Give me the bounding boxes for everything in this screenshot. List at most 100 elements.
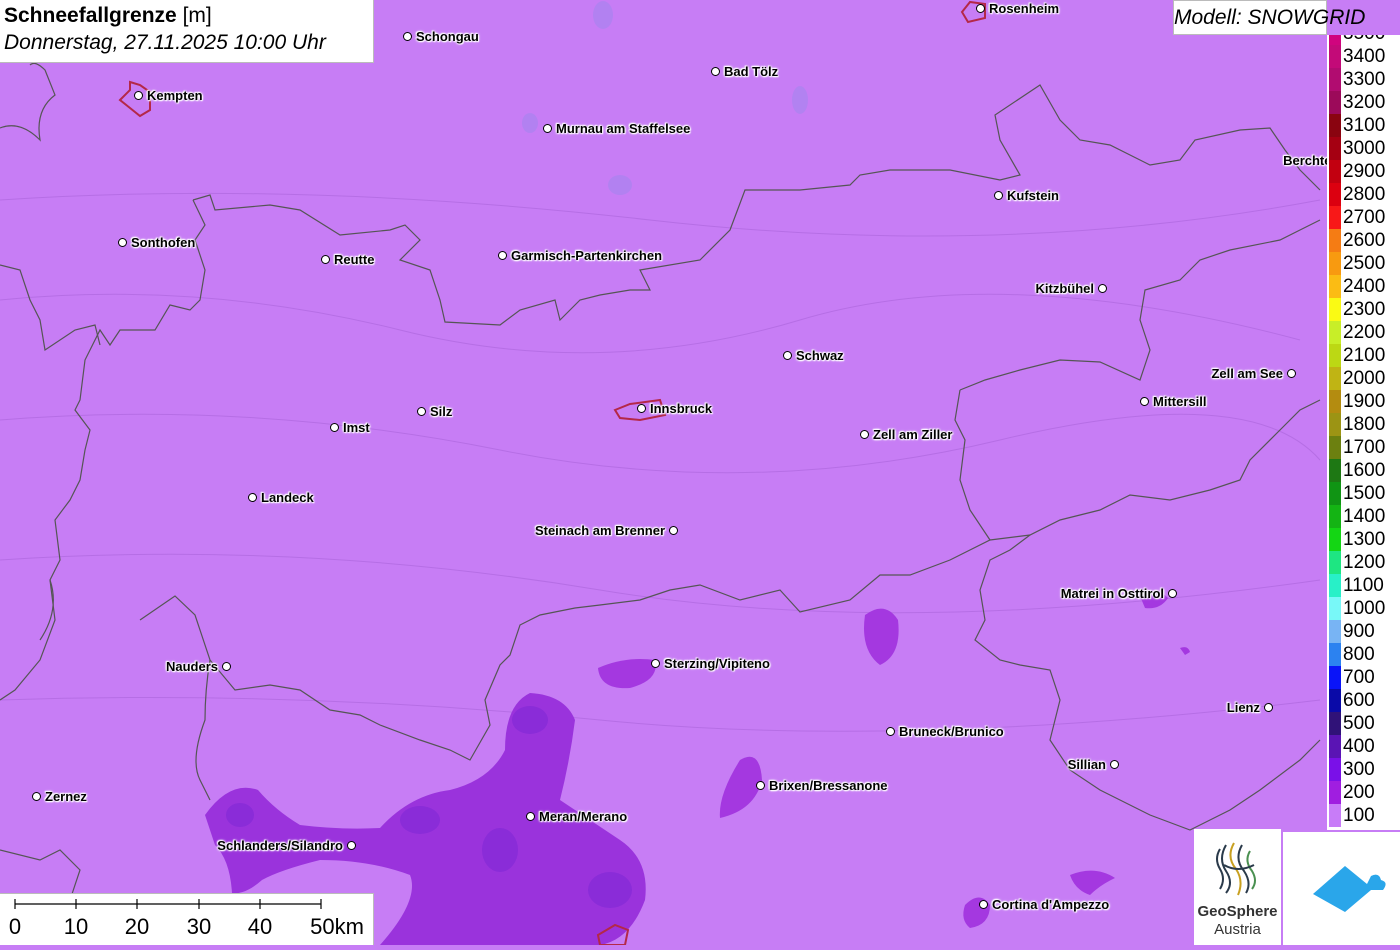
city-name: Matrei in Osttirol (1060, 586, 1164, 601)
legend-swatch (1329, 344, 1341, 367)
city-name: Schlanders/Silandro (217, 838, 343, 853)
legend-entry: 1800 (1327, 413, 1400, 436)
legend-entry: 1500 (1327, 482, 1400, 505)
legend-swatch (1329, 91, 1341, 114)
model-label: Modell: SNOWGRID (1173, 0, 1365, 35)
legend-label: 2100 (1343, 345, 1386, 366)
legend-swatch (1329, 459, 1341, 482)
city-marker-icon (32, 792, 41, 801)
legend-entry: 3300 (1327, 68, 1400, 91)
scale-label: 50km (310, 914, 364, 939)
map-title: Schneefallgrenze [m] (4, 3, 369, 29)
city-label: Murnau am Staffelsee (543, 121, 690, 136)
legend-swatch (1329, 68, 1341, 91)
legend-entry: 800 (1327, 643, 1400, 666)
legend-label: 800 (1343, 644, 1375, 665)
city-name: Zell am Ziller (873, 427, 953, 442)
city-name: Murnau am Staffelsee (556, 121, 691, 136)
city-marker-icon (1110, 760, 1119, 769)
legend-label: 1500 (1343, 483, 1386, 504)
city-name: Kitzbühel (1035, 281, 1095, 296)
legend-label: 1300 (1343, 529, 1386, 550)
legend-label: 200 (1343, 782, 1375, 803)
legend-swatch (1329, 781, 1341, 804)
legend-swatch (1329, 528, 1341, 551)
city-name: Nauders (165, 659, 218, 674)
city-label: Schlanders/Silandro (217, 838, 356, 853)
city-label: Bruneck/Brunico (886, 724, 1004, 739)
legend-entry: 300 (1327, 758, 1400, 781)
legend-entry: 1200 (1327, 551, 1400, 574)
city-label: Silz (417, 404, 452, 419)
city-marker-icon (222, 662, 231, 671)
city-marker-icon (1098, 284, 1107, 293)
city-name: Schwaz (796, 348, 844, 363)
city-name: Silz (430, 404, 453, 419)
legend-label: 2400 (1343, 276, 1386, 297)
legend-swatch (1329, 114, 1341, 137)
legend-entry: 1300 (1327, 528, 1400, 551)
legend-swatch (1329, 505, 1341, 528)
city-label: Sonthofen (118, 235, 195, 250)
legend-label: 700 (1343, 667, 1375, 688)
city-marker-icon (979, 900, 988, 909)
scale-label: 20 (124, 914, 150, 939)
city-name: Bruneck/Brunico (899, 724, 1004, 739)
title-text: Schneefallgrenze (4, 4, 177, 27)
legend-entry: 1600 (1327, 459, 1400, 482)
city-label: Kitzbühel (1035, 281, 1107, 296)
city-name: Steinach am Brenner (534, 523, 665, 538)
scale-label: 0 (8, 914, 22, 939)
city-marker-icon (330, 423, 339, 432)
legend-swatch (1329, 551, 1341, 574)
cloud-arrow-icon (1313, 866, 1386, 912)
city-marker-icon (651, 659, 660, 668)
city-name: Brixen/Bressanone (769, 778, 888, 793)
city-name: Schongau (416, 29, 479, 44)
geosphere-name: GeoSphere (1197, 903, 1278, 920)
city-label: Lienz (1227, 700, 1273, 715)
scale-bar: 0 10 20 30 40 50km (0, 893, 374, 945)
legend-entry: 100 (1327, 804, 1400, 827)
legend-swatch (1329, 35, 1341, 45)
legend-label: 2500 (1343, 253, 1386, 274)
scale-label: 10 (63, 914, 89, 939)
city-label: Landeck (248, 490, 314, 505)
legend-swatch (1329, 45, 1341, 68)
city-name: Innsbruck (650, 401, 713, 416)
legend-label: 2300 (1343, 299, 1386, 320)
city-label: Schwaz (783, 348, 844, 363)
color-legend: 3500 340033003200310030002900280027002600… (1327, 35, 1400, 830)
city-name: Garmisch-Partenkirchen (511, 248, 663, 263)
city-marker-icon (637, 404, 646, 413)
legend-entry: 1100 (1327, 574, 1400, 597)
legend-entry: 2700 (1327, 206, 1400, 229)
legend-label: 300 (1343, 759, 1375, 780)
legend-swatch (1329, 390, 1341, 413)
legend-entry: 900 (1327, 620, 1400, 643)
legend-label: 600 (1343, 690, 1375, 711)
legend-swatch (1329, 367, 1341, 390)
city-label: Innsbruck (637, 401, 712, 416)
legend-label: 3400 (1343, 46, 1386, 67)
legend-swatch (1329, 643, 1341, 666)
legend-entry: 2000 (1327, 367, 1400, 390)
city-marker-icon (347, 841, 356, 850)
legend-label: 1900 (1343, 391, 1386, 412)
city-marker-icon (860, 430, 869, 439)
city-marker-icon (134, 91, 143, 100)
legend-swatch (1329, 436, 1341, 459)
city-label: Reutte (321, 252, 374, 267)
legend-entry: 2100 (1327, 344, 1400, 367)
legend-swatch (1329, 206, 1341, 229)
city-marker-icon (248, 493, 257, 502)
legend-entry: 2200 (1327, 321, 1400, 344)
city-marker-icon (403, 32, 412, 41)
legend-label: 3500 (1343, 35, 1385, 44)
city-marker-icon (498, 251, 507, 260)
legend-swatch (1329, 183, 1341, 206)
legend-entry: 2500 (1327, 252, 1400, 275)
city-label: Kempten (134, 88, 203, 103)
city-marker-icon (783, 351, 792, 360)
legend-entry: 2800 (1327, 183, 1400, 206)
